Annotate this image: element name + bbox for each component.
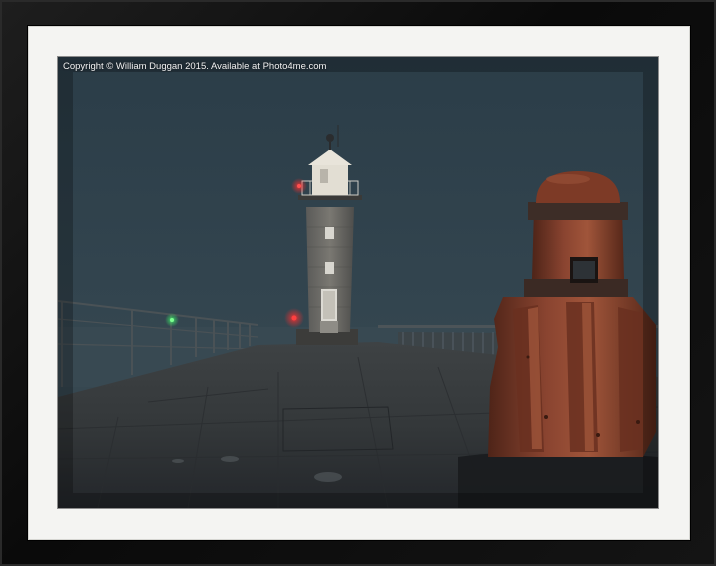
photograph bbox=[58, 57, 658, 508]
lighthouse-steps bbox=[320, 321, 338, 333]
green-light bbox=[170, 318, 174, 322]
lighthouse-window bbox=[325, 262, 334, 274]
red-light-upper bbox=[297, 184, 301, 188]
copyright-watermark: Copyright © William Duggan 2015. Availab… bbox=[63, 61, 327, 72]
red-light-lower bbox=[291, 315, 297, 321]
lighthouse-window bbox=[325, 227, 334, 239]
